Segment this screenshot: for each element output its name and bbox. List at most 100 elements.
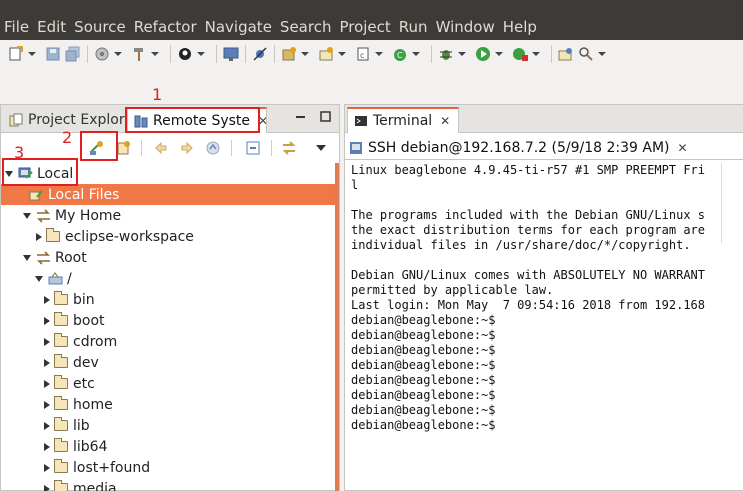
new-class-dropdown-arrow[interactable] — [412, 52, 420, 56]
run-dropdown-arrow[interactable] — [495, 52, 503, 56]
terminal-line: debian@beaglebone:~$ — [351, 373, 496, 387]
tree-item[interactable]: media — [1, 478, 337, 491]
annotation-box-1 — [125, 107, 260, 133]
menu-search[interactable]: Search — [280, 14, 337, 40]
new-folder-dropdown-arrow[interactable] — [338, 52, 346, 56]
skip-breakpoints-icon[interactable] — [252, 46, 268, 62]
debug-config-icon[interactable] — [177, 46, 193, 62]
tree-item[interactable]: My Home — [1, 205, 337, 226]
menu-source[interactable]: Source — [74, 14, 131, 40]
expanded-twisty-icon[interactable] — [35, 275, 43, 282]
open-console-icon[interactable] — [223, 46, 239, 62]
minimize-icon[interactable] — [295, 111, 306, 122]
tree-item[interactable]: eclipse-workspace — [1, 226, 337, 247]
debug-icon[interactable] — [438, 46, 454, 62]
tree-item-label: Root — [55, 249, 87, 266]
collapse-all-icon[interactable] — [245, 140, 261, 156]
collapsed-twisty-icon[interactable] — [36, 232, 42, 241]
tree-item[interactable]: boot — [1, 310, 337, 331]
new-class-icon[interactable]: C — [392, 46, 408, 62]
search-dropdown-arrow[interactable] — [598, 52, 606, 56]
annotation-number-1: 1 — [152, 85, 163, 104]
new-icon[interactable] — [8, 46, 24, 62]
new-source-dropdown-arrow[interactable] — [375, 52, 383, 56]
folder-icon — [54, 312, 68, 326]
menu-help[interactable]: Help — [503, 14, 542, 40]
tree-item[interactable]: lib64 — [1, 436, 337, 457]
save-all-icon[interactable] — [65, 46, 81, 62]
menu-edit[interactable]: Edit — [37, 14, 71, 40]
terminal-session-tab[interactable]: SSH debian@192.168.7.2 (5/9/18 2:39 AM) … — [349, 137, 688, 159]
collapsed-twisty-icon[interactable] — [44, 358, 50, 367]
session-tab-divider — [345, 159, 743, 160]
menu-file[interactable]: File — [4, 14, 34, 40]
menu-navigate[interactable]: Navigate — [205, 14, 277, 40]
tab-terminal[interactable]: Terminal ✕ — [347, 107, 459, 133]
tree-item-label: home — [73, 396, 113, 413]
collapsed-twisty-icon[interactable] — [44, 295, 50, 304]
menu-bar: File Edit Source Refactor Navigate Searc… — [0, 14, 743, 40]
view-menu-icon[interactable] — [316, 144, 326, 152]
close-icon[interactable]: ✕ — [440, 114, 450, 128]
tree-item[interactable]: cdrom — [1, 331, 337, 352]
collapsed-twisty-icon[interactable] — [44, 484, 50, 491]
tree-item[interactable]: etc — [1, 373, 337, 394]
forward-icon[interactable] — [179, 140, 195, 156]
terminal-output[interactable]: Linux beaglebone 4.9.45-ti-r57 #1 SMP PR… — [351, 163, 743, 463]
up-icon[interactable] — [205, 140, 221, 156]
collapsed-twisty-icon[interactable] — [44, 316, 50, 325]
save-icon[interactable] — [45, 46, 61, 62]
maximize-icon[interactable] — [320, 111, 331, 122]
collapsed-twisty-icon[interactable] — [44, 337, 50, 346]
tree-item[interactable]: Root — [1, 247, 337, 268]
hammer-dropdown-arrow[interactable] — [151, 52, 159, 56]
collapsed-twisty-icon[interactable] — [44, 400, 50, 409]
menu-project[interactable]: Project — [339, 14, 395, 40]
collapsed-twisty-icon[interactable] — [44, 379, 50, 388]
folder-icon — [54, 333, 68, 347]
external-tools-dropdown-arrow[interactable] — [532, 52, 540, 56]
external-tools-icon[interactable] — [512, 46, 528, 62]
back-icon[interactable] — [153, 140, 169, 156]
new-project-dropdown-arrow[interactable] — [301, 52, 309, 56]
tree-item-label: Local Files — [48, 186, 120, 203]
menu-run[interactable]: Run — [399, 14, 433, 40]
link-with-editor-icon[interactable] — [281, 140, 297, 156]
new-folder-icon[interactable] — [318, 46, 334, 62]
close-icon[interactable]: ✕ — [678, 141, 688, 155]
tree-item-label: lib — [73, 417, 90, 434]
terminal-scrollbar[interactable] — [721, 163, 739, 243]
new-c-project-icon[interactable] — [281, 46, 297, 62]
expanded-twisty-icon[interactable] — [23, 254, 31, 261]
new-source-file-icon[interactable]: c — [355, 46, 371, 62]
debug-dropdown-arrow[interactable] — [458, 52, 466, 56]
build-settings-icon[interactable] — [94, 46, 110, 62]
menu-window[interactable]: Window — [436, 14, 500, 40]
tree-item[interactable]: lost+found — [1, 457, 337, 478]
tree-item[interactable]: bin — [1, 289, 337, 310]
tree-scrollbar[interactable] — [335, 163, 339, 491]
collapsed-twisty-icon[interactable] — [44, 442, 50, 451]
search-icon[interactable] — [578, 46, 594, 62]
terminal-line: debian@beaglebone:~$ — [351, 313, 496, 327]
tree-item[interactable]: lib — [1, 415, 337, 436]
filter-icon — [37, 208, 50, 223]
title-strip — [0, 0, 743, 14]
expanded-twisty-icon[interactable] — [23, 212, 31, 219]
hammer-icon[interactable] — [131, 46, 147, 62]
menu-refactor[interactable]: Refactor — [134, 14, 202, 40]
tree-item[interactable]: / — [1, 268, 337, 289]
collapsed-twisty-icon[interactable] — [44, 421, 50, 430]
collapsed-twisty-icon[interactable] — [44, 463, 50, 472]
run-icon[interactable] — [475, 46, 491, 62]
build-dropdown-arrow[interactable] — [114, 52, 122, 56]
tab-label: Project Explor — [28, 112, 125, 128]
debug-config-dropdown-arrow[interactable] — [197, 52, 205, 56]
open-type-icon[interactable] — [558, 46, 574, 62]
tree-item[interactable]: dev — [1, 352, 337, 373]
session-label: SSH debian@192.168.7.2 (5/9/18 2:39 AM) — [368, 140, 670, 156]
tree-item[interactable]: Local Files — [1, 184, 337, 205]
new-dropdown-arrow[interactable] — [28, 52, 36, 56]
terminal-line: permitted by applicable law. — [351, 283, 554, 297]
tree-item[interactable]: home — [1, 394, 337, 415]
